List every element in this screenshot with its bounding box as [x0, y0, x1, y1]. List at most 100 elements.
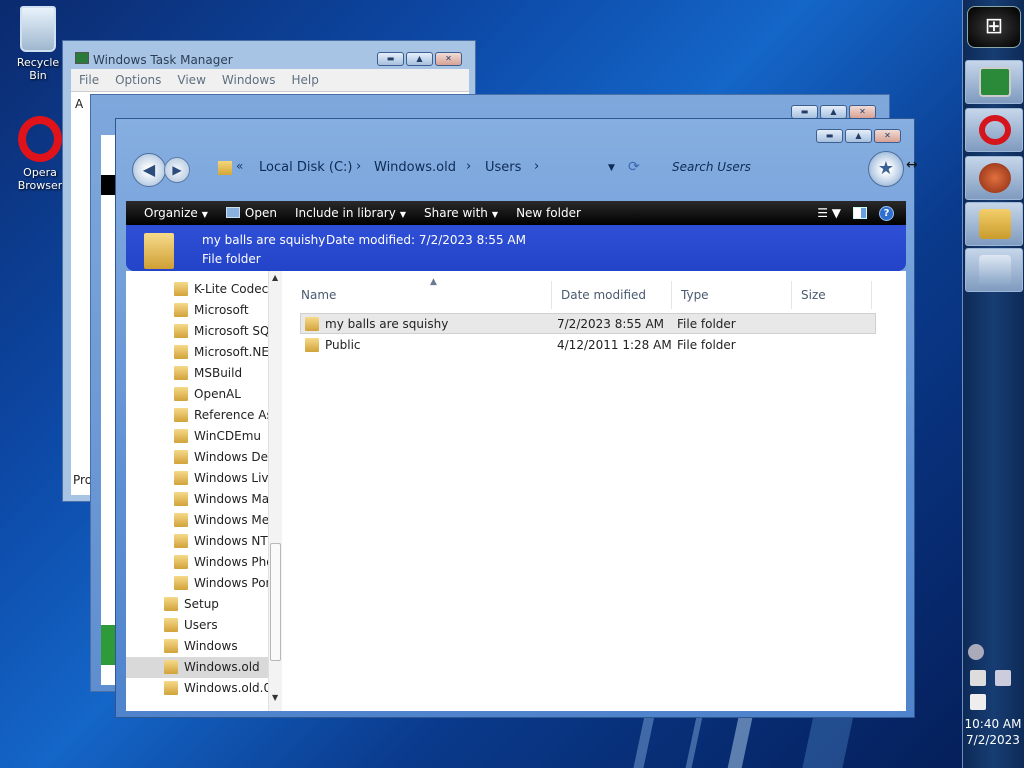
star-icon: ★	[877, 158, 895, 179]
desktop-icon-opera[interactable]: Opera Browser	[10, 116, 70, 192]
nav-item-label: Windows Def	[194, 450, 273, 464]
taskbar-item-task-manager[interactable]	[965, 60, 1023, 104]
folder-icon	[174, 471, 188, 485]
nav-item[interactable]: Windows.old.0	[164, 678, 271, 699]
taskbar-item-photo[interactable]	[965, 248, 1023, 292]
breadcrumb-chevron-icon[interactable]: ›	[356, 159, 361, 174]
view-options-icon[interactable]: ☰ ▼	[817, 206, 841, 220]
nav-item[interactable]: Microsoft	[174, 300, 249, 321]
nav-item[interactable]: Windows Ma	[174, 489, 269, 510]
nav-scrollbar[interactable]: ▲ ▼	[268, 271, 282, 711]
breadcrumb-windows-old[interactable]: Windows.old	[374, 160, 456, 175]
nav-item[interactable]: Windows NT	[174, 531, 268, 552]
folder-icon	[174, 429, 188, 443]
column-header-name[interactable]: Name	[292, 281, 552, 309]
tray-action-center-icon[interactable]	[970, 670, 986, 686]
minimize-button[interactable]: ▬	[791, 105, 818, 119]
share-with-button[interactable]: Share with ▼	[424, 206, 498, 220]
menu-windows[interactable]: Windows	[222, 73, 276, 87]
file-row[interactable]: my balls are squishy 7/2/2023 8:55 AM Fi…	[300, 313, 876, 334]
include-in-library-button[interactable]: Include in library ▼	[295, 206, 406, 220]
folder-icon	[305, 338, 319, 352]
nav-item-label: Reference As	[194, 408, 273, 422]
nav-item-label: Microsoft.NE	[194, 345, 269, 359]
maximize-button[interactable]: ▲	[845, 129, 872, 143]
tray-volume-muted-icon[interactable]	[970, 694, 986, 710]
nav-item[interactable]: Windows Pho	[174, 552, 274, 573]
menu-help[interactable]: Help	[291, 73, 318, 87]
nav-item-label: MSBuild	[194, 366, 243, 380]
close-button[interactable]: ✕	[849, 105, 876, 119]
nav-item[interactable]: Windows Me	[174, 510, 269, 531]
command-bar: Organize ▼ Open Include in library ▼ Share…	[126, 201, 906, 225]
breadcrumb-users[interactable]: Users	[485, 160, 521, 175]
nav-item[interactable]: Windows Live	[174, 468, 276, 489]
desktop-icon-recycle-bin[interactable]: Recycle Bin	[8, 6, 68, 82]
file-type-cell: File folder	[677, 317, 736, 331]
file-row[interactable]: Public 4/12/2011 1:28 AM File folder	[300, 335, 876, 356]
nav-item-label: Windows Live	[194, 471, 276, 485]
tray-network-icon[interactable]	[995, 670, 1011, 686]
start-button[interactable]: ⊞	[967, 6, 1021, 48]
nav-item[interactable]: Setup	[164, 594, 219, 615]
nav-item-label: Users	[184, 618, 218, 632]
address-overflow-chevron-icon[interactable]: «	[236, 159, 243, 173]
clock[interactable]: 10:40 AM 7/2/2023	[963, 716, 1023, 748]
menu-options[interactable]: Options	[115, 73, 161, 87]
nav-item[interactable]: Windows Por	[174, 573, 270, 594]
open-button[interactable]: Open	[225, 206, 277, 220]
scroll-down-arrow-icon[interactable]: ▼	[272, 693, 278, 702]
taskbar-item-explorer[interactable]	[965, 202, 1023, 246]
nav-item-label: Windows Me	[194, 513, 270, 527]
column-header-size[interactable]: Size	[792, 281, 872, 309]
nav-item[interactable]: Microsoft.NE	[174, 342, 269, 363]
minimize-button[interactable]: ▬	[816, 129, 843, 143]
taskbar-item-media[interactable]	[965, 156, 1023, 200]
column-header-type[interactable]: Type	[672, 281, 792, 309]
search-input[interactable]: Search Users	[672, 160, 751, 174]
breadcrumb-local-disk[interactable]: Local Disk (C:)	[259, 160, 352, 175]
help-icon[interactable]: ?	[879, 205, 894, 221]
search-orb-button[interactable]: ★	[868, 151, 904, 187]
address-dropdown-icon[interactable]: ▼	[608, 163, 615, 173]
tray-circle-icon[interactable]	[968, 644, 984, 660]
new-folder-button[interactable]: New folder	[516, 206, 581, 220]
minimize-button[interactable]: ▬	[377, 52, 404, 66]
nav-item[interactable]: WinCDEmu	[174, 426, 261, 447]
scroll-up-arrow-icon[interactable]: ▲	[272, 273, 278, 282]
preview-pane-icon[interactable]	[853, 207, 867, 219]
nav-item[interactable]: OpenAL	[174, 384, 241, 405]
forward-button[interactable]: ▶	[164, 157, 190, 183]
refresh-icon[interactable]: ⟳	[628, 159, 640, 175]
close-button[interactable]: ✕	[435, 52, 462, 66]
nav-item[interactable]: MSBuild	[174, 363, 242, 384]
column-header-date-modified[interactable]: Date modified	[552, 281, 672, 309]
back-button[interactable]: ◀	[132, 153, 166, 187]
nav-item[interactable]: Windows Def	[174, 447, 272, 468]
folder-icon	[164, 639, 178, 653]
date-modified-value: 7/2/2023 8:55 AM	[418, 233, 526, 247]
menu-view[interactable]: View	[177, 73, 205, 87]
folder-icon	[174, 534, 188, 548]
nav-item[interactable]: Microsoft SQ	[174, 321, 270, 342]
nav-item-selected[interactable]: Windows.old	[126, 657, 268, 678]
organize-button[interactable]: Organize ▼	[144, 206, 208, 220]
breadcrumb-chevron-icon[interactable]: ›	[534, 159, 539, 174]
breadcrumb-chevron-icon[interactable]: ›	[466, 159, 471, 174]
nav-item[interactable]: Windows	[164, 636, 238, 657]
nav-item[interactable]: K-Lite Codec	[174, 279, 268, 300]
nav-item[interactable]: Reference As	[174, 405, 273, 426]
nav-item-label: Windows	[184, 639, 238, 653]
maximize-button[interactable]: ▲	[820, 105, 847, 119]
taskbar-item-opera[interactable]	[965, 108, 1023, 152]
maximize-button[interactable]: ▲	[406, 52, 433, 66]
close-button[interactable]: ✕	[874, 129, 901, 143]
explorer-window[interactable]: ▬ ▲ ✕ ◀ ▶ « Local Disk (C:) › Windows.ol…	[115, 118, 918, 718]
details-header: my balls are squishy Date modified: 7/2/…	[126, 225, 906, 271]
folder-icon	[305, 317, 319, 331]
menu-file[interactable]: File	[79, 73, 99, 87]
nav-item-label: OpenAL	[194, 387, 241, 401]
nav-item[interactable]: Users	[164, 615, 218, 636]
scroll-thumb[interactable]	[270, 543, 281, 661]
tab-label-partial[interactable]: A	[75, 97, 83, 111]
